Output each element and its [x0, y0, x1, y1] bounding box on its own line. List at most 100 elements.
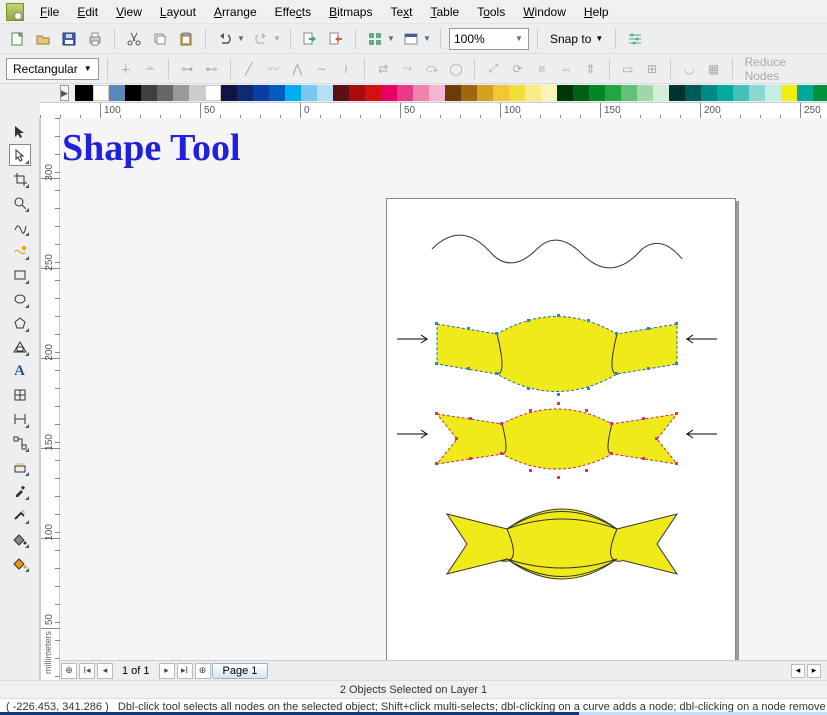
- cusp-button[interactable]: ⋀: [287, 58, 307, 80]
- extract-button[interactable]: ⤼: [422, 58, 442, 80]
- menu-view[interactable]: View: [108, 2, 150, 22]
- canvas[interactable]: Shape Tool: [60, 118, 827, 660]
- color-swatch[interactable]: [349, 85, 365, 101]
- reduce-icon[interactable]: ◡: [679, 58, 699, 80]
- menu-bitmaps[interactable]: Bitmaps: [321, 2, 380, 22]
- undo-dropdown[interactable]: ▼: [236, 28, 246, 50]
- color-swatch[interactable]: [733, 85, 749, 101]
- color-swatch[interactable]: [765, 85, 781, 101]
- color-swatch[interactable]: [253, 85, 269, 101]
- welcome-dropdown[interactable]: ▼: [422, 28, 432, 50]
- color-swatch[interactable]: [301, 85, 317, 101]
- color-swatch[interactable]: [397, 85, 413, 101]
- next-page-button[interactable]: ▸: [159, 663, 175, 679]
- color-swatch[interactable]: [429, 85, 445, 101]
- connector-tool[interactable]: [9, 432, 31, 454]
- color-swatch[interactable]: [573, 85, 589, 101]
- color-swatch[interactable]: [509, 85, 525, 101]
- welcome-button[interactable]: [400, 28, 422, 50]
- color-swatch[interactable]: [653, 85, 669, 101]
- color-swatch[interactable]: [637, 85, 653, 101]
- color-swatch[interactable]: [605, 85, 621, 101]
- reflect-h-button[interactable]: ⇔: [556, 58, 576, 80]
- add-page-after-icon[interactable]: ⊕: [195, 663, 211, 679]
- color-swatch[interactable]: [781, 85, 797, 101]
- color-swatch[interactable]: [205, 85, 221, 101]
- save-button[interactable]: [58, 28, 80, 50]
- color-swatch[interactable]: [269, 85, 285, 101]
- color-swatch[interactable]: [317, 85, 333, 101]
- polygon-tool[interactable]: [9, 312, 31, 334]
- app-launcher-button[interactable]: [364, 28, 386, 50]
- menu-file[interactable]: File: [32, 2, 67, 22]
- color-swatch[interactable]: [189, 85, 205, 101]
- app-launcher-dropdown[interactable]: ▼: [386, 28, 396, 50]
- to-curve-button[interactable]: 〰: [263, 58, 283, 80]
- eyedropper-tool[interactable]: [9, 480, 31, 502]
- selection-mode-combo[interactable]: Rectangular▼: [6, 58, 99, 80]
- color-swatch[interactable]: [701, 85, 717, 101]
- ribbon-2[interactable]: [407, 399, 717, 489]
- color-swatch[interactable]: [365, 85, 381, 101]
- options-button[interactable]: [624, 28, 646, 50]
- menu-arrange[interactable]: Arrange: [206, 2, 265, 22]
- scroll-left-icon[interactable]: ◂: [791, 664, 805, 678]
- ellipse-tool[interactable]: [9, 288, 31, 310]
- color-swatch[interactable]: [333, 85, 349, 101]
- smooth-button[interactable]: ∼: [312, 58, 332, 80]
- undo-button[interactable]: [214, 28, 236, 50]
- ribbon-3[interactable]: [427, 499, 697, 599]
- color-swatch[interactable]: [221, 85, 237, 101]
- color-swatch[interactable]: [493, 85, 509, 101]
- color-swatch[interactable]: [669, 85, 685, 101]
- menu-window[interactable]: Window: [515, 2, 574, 22]
- crop-tool[interactable]: [9, 168, 31, 190]
- color-swatch[interactable]: [589, 85, 605, 101]
- to-line-button[interactable]: ╱: [239, 58, 259, 80]
- color-swatch[interactable]: [285, 85, 301, 101]
- redo-button[interactable]: [250, 28, 272, 50]
- color-swatch[interactable]: [525, 85, 541, 101]
- snap-to-dropdown[interactable]: Snap to▼: [546, 28, 607, 50]
- color-swatch[interactable]: [381, 85, 397, 101]
- color-swatch[interactable]: [541, 85, 557, 101]
- color-swatch[interactable]: [445, 85, 461, 101]
- redo-dropdown[interactable]: ▼: [272, 28, 282, 50]
- ribbon-1[interactable]: [407, 309, 717, 399]
- shape-tool[interactable]: [9, 144, 31, 166]
- color-swatch[interactable]: [461, 85, 477, 101]
- import-button[interactable]: [299, 28, 321, 50]
- extend-button[interactable]: ⤳: [397, 58, 417, 80]
- zoom-combo[interactable]: 100%▼: [449, 28, 529, 50]
- remove-node-button[interactable]: ∸: [140, 58, 160, 80]
- menu-edit[interactable]: Edit: [69, 2, 106, 22]
- reverse-button[interactable]: ⇄: [373, 58, 393, 80]
- menu-text[interactable]: Text: [382, 2, 420, 22]
- color-swatch[interactable]: [685, 85, 701, 101]
- interactive-tool[interactable]: [9, 456, 31, 478]
- color-swatch[interactable]: [797, 85, 813, 101]
- color-swatch[interactable]: [413, 85, 429, 101]
- palette-flyout-icon[interactable]: ▶: [60, 85, 69, 101]
- color-swatch[interactable]: [621, 85, 637, 101]
- pick-tool[interactable]: [9, 120, 31, 142]
- color-swatch[interactable]: [141, 85, 157, 101]
- new-button[interactable]: [6, 28, 28, 50]
- hscrollbar[interactable]: ◂ ▸: [791, 664, 827, 678]
- interactive-fill-tool[interactable]: [9, 552, 31, 574]
- paste-button[interactable]: [175, 28, 197, 50]
- basic-shapes-tool[interactable]: [9, 336, 31, 358]
- elastic-button[interactable]: ▭: [618, 58, 638, 80]
- page-tab[interactable]: Page 1: [212, 663, 269, 679]
- scroll-right-icon[interactable]: ▸: [807, 664, 821, 678]
- color-swatch[interactable]: [557, 85, 573, 101]
- prev-page-button[interactable]: ◂: [97, 663, 113, 679]
- add-page-icon[interactable]: ⊕: [61, 663, 77, 679]
- last-page-button[interactable]: ▸I: [177, 663, 193, 679]
- close-curve-button[interactable]: ◯: [446, 58, 466, 80]
- select-all-button[interactable]: ⊞: [642, 58, 662, 80]
- menu-table[interactable]: Table: [423, 2, 468, 22]
- align-button[interactable]: ≡: [532, 58, 552, 80]
- color-swatch[interactable]: [749, 85, 765, 101]
- freehand-tool[interactable]: [9, 216, 31, 238]
